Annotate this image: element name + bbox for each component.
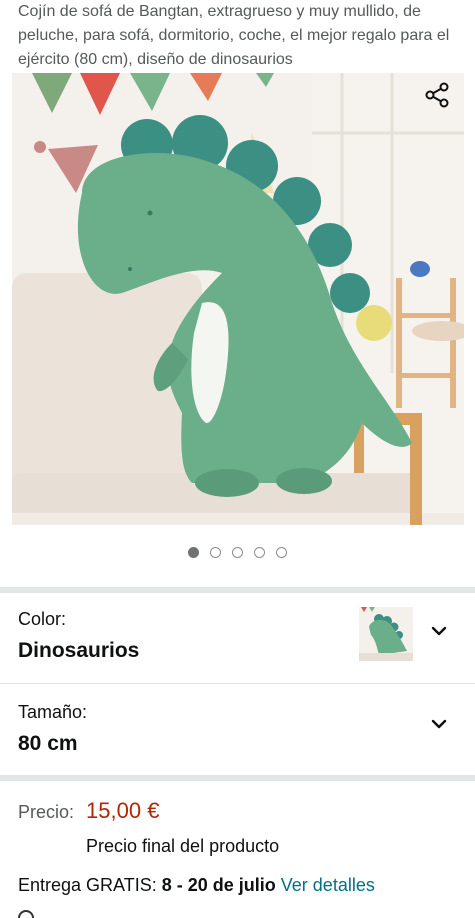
image-dot-4[interactable] [254,547,265,558]
price-note: Precio final del producto [86,836,280,856]
price-label: Precio: [18,802,75,822]
image-dot-1[interactable] [188,547,199,558]
delivery-info: Entrega GRATIS: 8 - 20 de julio Ver deta… [18,875,375,896]
image-pagination-dots [0,547,475,561]
image-dot-3[interactable] [232,547,243,558]
size-selector[interactable]: Tamaño: 80 cm [0,684,475,774]
image-dot-5[interactable] [276,547,287,558]
chevron-down-icon [431,719,447,729]
location-icon [18,910,34,918]
price-value: 15,00 € [86,798,160,823]
section-divider [0,775,475,781]
image-dot-2[interactable] [210,547,221,558]
size-label: Tamaño: [18,702,88,722]
product-image[interactable] [12,73,464,525]
color-selector[interactable]: Color: Dinosaurios [0,593,475,683]
color-swatch-thumbnail [359,607,413,661]
dinosaur-plush-illustration [12,73,464,525]
delivery-details-link[interactable]: Ver detalles [281,875,375,895]
share-icon [425,82,449,108]
price-row: Precio: 15,00 € [18,798,159,828]
product-title: Cojín de sofá de Bangtan, extragrueso y … [18,3,450,68]
size-value: 80 cm [18,732,78,755]
share-button[interactable] [423,81,451,109]
delivery-dates: 8 - 20 de julio [161,875,276,895]
color-value: Dinosaurios [18,639,140,662]
chevron-down-icon [431,626,447,636]
color-label: Color: [18,609,67,629]
delivery-prefix: Entrega GRATIS: [18,875,157,895]
